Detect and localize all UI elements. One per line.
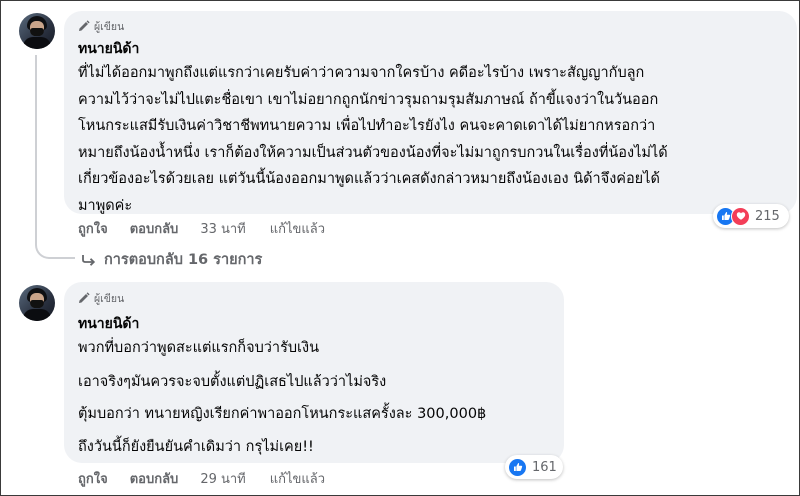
comment-paragraph: ตุ้มบอกว่า ทนายหญิงเรียกค่าพาออกโหนกระแส… xyxy=(78,406,487,422)
like-button[interactable]: ถูกใจ xyxy=(78,468,108,489)
reaction-summary[interactable]: 215 xyxy=(713,204,789,228)
comment-timestamp[interactable]: 29 นาที xyxy=(200,468,245,489)
like-button[interactable]: ถูกใจ xyxy=(78,218,108,239)
like-icon xyxy=(508,457,527,477)
comment-author[interactable]: ทนายนิด้า xyxy=(78,313,139,335)
author-badge: ผู้เขียน xyxy=(78,290,124,306)
reply-arrow-icon xyxy=(82,254,96,266)
comment-text: ที่ไม่ได้ออกมาพูกถึงแต่แรกว่าเคยรับค่าว่… xyxy=(78,60,668,219)
thread-line xyxy=(35,55,37,215)
reply-button[interactable]: ตอบกลับ xyxy=(130,218,179,239)
comment-line: ที่ไม่ได้ออกมาพูกถึงแต่แรกว่าเคยรับค่าว่… xyxy=(78,65,645,81)
comment-line: ความไว้ว่าจะไม่ไปแตะชื่อเขา เขาไม่อยากถู… xyxy=(78,91,659,108)
comment-line: เกี่ยวข้องอะไรด้วยเลย แต่วันนี้น้องออกมา… xyxy=(78,171,660,187)
comment-line: โหนกระแสมีรับเงินค่าวิชาชีพทนายความ เพื่… xyxy=(78,118,656,134)
avatar[interactable] xyxy=(19,285,55,321)
comment-author[interactable]: ทนายนิด้า xyxy=(78,38,139,60)
love-icon xyxy=(731,206,750,226)
edited-label: แก้ไขแล้ว xyxy=(269,222,326,237)
comment-bubble: ผู้เขียน ทนายนิด้า พวกที่บอกว่าพูดสะแต่แ… xyxy=(64,282,564,463)
reaction-summary[interactable]: 161 xyxy=(505,455,563,479)
comment-line: มาพูดค่ะ xyxy=(78,197,133,214)
reply-button[interactable]: ตอบกลับ xyxy=(130,468,179,489)
reaction-count: 215 xyxy=(755,208,780,224)
author-badge-label: ผู้เขียน xyxy=(94,20,125,33)
comment-paragraph: พวกที่บอกว่าพูดสะแต่แรกก็จบว่ารับเงิน xyxy=(78,340,320,356)
pen-icon xyxy=(79,292,90,303)
reaction-count: 161 xyxy=(532,459,557,475)
comment-actions: ถูกใจ ตอบกลับ 29 นาที แก้ไขแล้ว xyxy=(78,468,325,489)
edited-label: แก้ไขแล้ว xyxy=(269,472,326,487)
comment-actions: ถูกใจ ตอบกลับ 33 นาที แก้ไขแล้ว xyxy=(78,218,325,239)
author-badge: ผู้เขียน xyxy=(78,18,124,34)
comment-paragraph: ถึงวันนี้ก็ยังยืนยันคำเดิมว่า กรุไม่เคย!… xyxy=(78,439,314,455)
comment-timestamp[interactable]: 33 นาที xyxy=(200,218,245,239)
pen-icon xyxy=(79,20,90,31)
author-badge-label: ผู้เขียน xyxy=(94,292,125,305)
view-replies-link[interactable]: การตอบกลับ 16 รายการ xyxy=(82,248,262,271)
comment-line: หมายถึงน้องน้ำหนึ่ง เราก็ต้องให้ความเป็น… xyxy=(78,144,668,161)
avatar[interactable] xyxy=(19,13,55,49)
comment-paragraph: เอาจริงๆมันควรจะจบตั้งแต่ปฏิเสธไปแล้วว่า… xyxy=(78,374,387,390)
comment-bubble: ผู้เขียน ทนายนิด้า ที่ไม่ได้ออกมาพูกถึงแ… xyxy=(64,11,797,214)
view-replies-label: การตอบกลับ 16 รายการ xyxy=(104,252,263,268)
